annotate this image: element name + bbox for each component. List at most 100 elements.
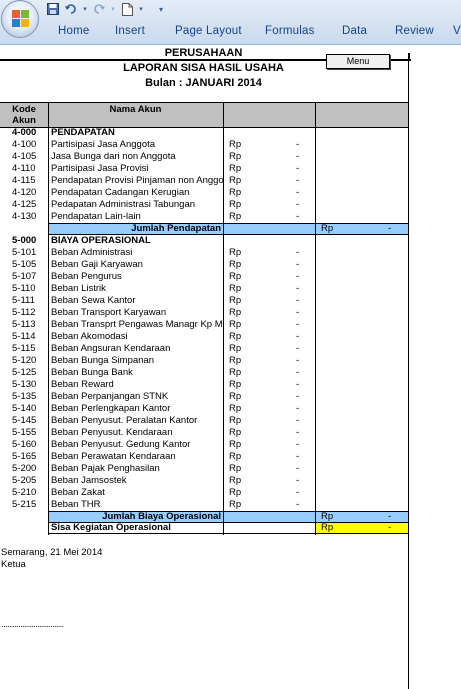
amount-value: - bbox=[296, 499, 300, 510]
account-name: BIAYA OPERASIONAL bbox=[51, 235, 151, 246]
tab-view[interactable]: V bbox=[453, 25, 461, 37]
amount-value: - bbox=[296, 427, 300, 438]
customize-toolbar-icon[interactable]: ▾ bbox=[156, 2, 166, 16]
currency-label: Rp bbox=[229, 259, 242, 270]
account-name: Beban Transport Karyawan bbox=[51, 307, 167, 318]
table-row[interactable]: 5-135 Beban Perpanjangan STNK Rp - bbox=[0, 391, 409, 403]
table-row[interactable]: 5-101 Beban Administrasi Rp - bbox=[0, 247, 409, 259]
currency-label: Rp bbox=[229, 391, 242, 402]
amount-value: - bbox=[296, 343, 300, 354]
tab-data[interactable]: Data bbox=[342, 25, 367, 37]
dropdown-arrow-icon[interactable]: ▾ bbox=[82, 2, 88, 16]
account-name: Beban Bunga Simpanan bbox=[51, 355, 154, 366]
currency-label: Rp bbox=[229, 463, 242, 474]
section-header-row[interactable]: 5-000 BIAYA OPERASIONAL bbox=[0, 235, 409, 247]
account-name: PENDAPATAN bbox=[51, 127, 115, 138]
currency-label: Rp bbox=[229, 211, 242, 222]
section-header-row[interactable]: 4-000 PENDAPATAN bbox=[0, 127, 409, 139]
account-name: Beban Pengurus bbox=[51, 271, 122, 282]
table-row[interactable]: 5-115 Beban Angsuran Kendaraan Rp - bbox=[0, 343, 409, 355]
currency-label: Rp bbox=[229, 379, 242, 390]
expense-total-row[interactable]: Jumlah Biaya Operasional Rp - bbox=[48, 511, 409, 522]
account-code: 5-215 bbox=[12, 499, 37, 510]
dropdown-arrow-icon[interactable]: ▾ bbox=[110, 2, 116, 16]
amount-value: - bbox=[296, 367, 300, 378]
currency-label: Rp bbox=[229, 295, 242, 306]
currency-label: Rp bbox=[321, 223, 334, 234]
account-code: 4-130 bbox=[12, 211, 37, 222]
table-row[interactable]: 5-111 Beban Sewa Kantor Rp - bbox=[0, 295, 409, 307]
report-title: LAPORAN SISA HASIL USAHA bbox=[123, 62, 284, 74]
table-row[interactable]: 5-165 Beban Perawatan Kendaraan Rp - bbox=[0, 451, 409, 463]
ribbon-tabs: Home Insert Page Layout Formulas Data Re… bbox=[0, 24, 461, 44]
table-row[interactable]: 5-160 Beban Penyusut. Gedung Kantor Rp - bbox=[0, 439, 409, 451]
table-row[interactable]: 5-215 Beban THR Rp - bbox=[0, 499, 409, 511]
account-code: 5-112 bbox=[12, 307, 36, 318]
table-row[interactable]: 5-210 Beban Zakat Rp - bbox=[0, 487, 409, 499]
table-row[interactable]: 5-200 Beban Pajak Penghasilan Rp - bbox=[0, 463, 409, 475]
redo-icon[interactable] bbox=[92, 2, 106, 16]
table-header: Kode Akun Nama Akun bbox=[0, 102, 409, 128]
currency-label: Rp bbox=[229, 343, 242, 354]
currency-label: Rp bbox=[229, 139, 242, 150]
account-code: 5-140 bbox=[12, 403, 37, 414]
currency-label: Rp bbox=[229, 163, 242, 174]
account-name: Beban Jamsostek bbox=[51, 475, 127, 486]
amount-value: - bbox=[296, 379, 300, 390]
table-row[interactable]: 5-107 Beban Pengurus Rp - bbox=[0, 271, 409, 283]
table-row[interactable]: 5-125 Beban Bunga Bank Rp - bbox=[0, 367, 409, 379]
table-row[interactable]: 5-130 Beban Reward Rp - bbox=[0, 379, 409, 391]
table-row[interactable]: 4-100 Partisipasi Jasa Anggota Rp - bbox=[0, 139, 409, 151]
table-row[interactable]: 5-140 Beban Perlengkapan Kantor Rp - bbox=[0, 403, 409, 415]
table-row[interactable]: 5-145 Beban Penyusut. Peralatan Kantor Rp - bbox=[0, 415, 409, 427]
amount-value: - bbox=[296, 211, 300, 222]
new-document-icon[interactable] bbox=[120, 2, 134, 16]
save-icon[interactable] bbox=[46, 2, 60, 16]
account-code: 5-145 bbox=[12, 415, 37, 426]
amount-value: - bbox=[296, 415, 300, 426]
table-row[interactable]: 5-155 Beban Penyusut. Kendaraan Rp - bbox=[0, 427, 409, 439]
table-row[interactable]: 4-115 Pendapatan Provisi Pinjaman non Ang… bbox=[0, 175, 409, 187]
account-code: 5-125 bbox=[12, 367, 37, 378]
account-code: 5-107 bbox=[12, 271, 37, 282]
currency-label: Rp bbox=[229, 271, 242, 282]
table-row[interactable]: 5-110 Beban Listrik Rp - bbox=[0, 283, 409, 295]
tab-formulas[interactable]: Formulas bbox=[265, 25, 315, 37]
table-row[interactable]: 5-113 Beban Transprt Pengawas Managr Kp M… bbox=[0, 319, 409, 331]
table-row[interactable]: 4-110 Partisipasi Jasa Provisi Rp - bbox=[0, 163, 409, 175]
account-code: 5-135 bbox=[12, 391, 37, 402]
tab-insert[interactable]: Insert bbox=[115, 25, 145, 37]
account-name: Beban Transprt Pengawas Managr Kp Manage… bbox=[51, 319, 223, 330]
tab-review[interactable]: Review bbox=[395, 25, 434, 37]
amount-value: - bbox=[296, 487, 300, 498]
account-code: 5-101 bbox=[12, 247, 37, 258]
table-row[interactable]: 5-114 Beban Akomodasi Rp - bbox=[0, 331, 409, 343]
amount-value: - bbox=[296, 295, 300, 306]
table-row[interactable]: 5-112 Beban Transport Karyawan Rp - bbox=[0, 307, 409, 319]
header-code: Kode Akun bbox=[12, 104, 36, 126]
table-row[interactable]: 4-125 Pedapatan Administrasi Tabungan Rp - bbox=[0, 199, 409, 211]
amount-value: - bbox=[388, 522, 392, 533]
account-code: 5-114 bbox=[12, 331, 36, 342]
currency-label: Rp bbox=[229, 415, 242, 426]
table-row[interactable]: 4-130 Pendapatan Lain-lain Rp - bbox=[0, 211, 409, 223]
worksheet[interactable]: PERUSAHAAN LAPORAN SISA HASIL USAHA Bula… bbox=[0, 45, 461, 689]
net-total-row[interactable]: Sisa Kegiatan Operasional Rp - bbox=[48, 522, 409, 533]
table-row[interactable]: 5-205 Beban Jamsostek Rp - bbox=[0, 475, 409, 487]
table-row[interactable]: 4-105 Jasa Bunga dari non Anggota Rp - bbox=[0, 151, 409, 163]
tab-page-layout[interactable]: Page Layout bbox=[175, 25, 242, 37]
table-row[interactable]: 4-120 Pendapatan Cadangan Kerugian Rp - bbox=[0, 187, 409, 199]
account-name: Beban Penyusut. Peralatan Kantor bbox=[51, 415, 198, 426]
account-code: 5-205 bbox=[12, 475, 37, 486]
report-period: Bulan : JANUARI 2014 bbox=[145, 77, 262, 89]
table-row[interactable]: 5-105 Beban Gaji Karyawan Rp - bbox=[0, 259, 409, 271]
net-total-label: Sisa Kegiatan Operasional bbox=[51, 522, 171, 533]
table-row[interactable]: 5-120 Beban Bunga Simpanan Rp - bbox=[0, 355, 409, 367]
dropdown-arrow-icon[interactable]: ▾ bbox=[138, 2, 144, 16]
menu-button[interactable]: Menu bbox=[326, 54, 390, 69]
tab-home[interactable]: Home bbox=[58, 25, 89, 37]
income-total-row[interactable]: Jumlah Pendapatan Rp - bbox=[48, 223, 409, 234]
currency-label: Rp bbox=[229, 427, 242, 438]
grid-line bbox=[48, 102, 49, 535]
undo-icon[interactable] bbox=[64, 2, 78, 16]
